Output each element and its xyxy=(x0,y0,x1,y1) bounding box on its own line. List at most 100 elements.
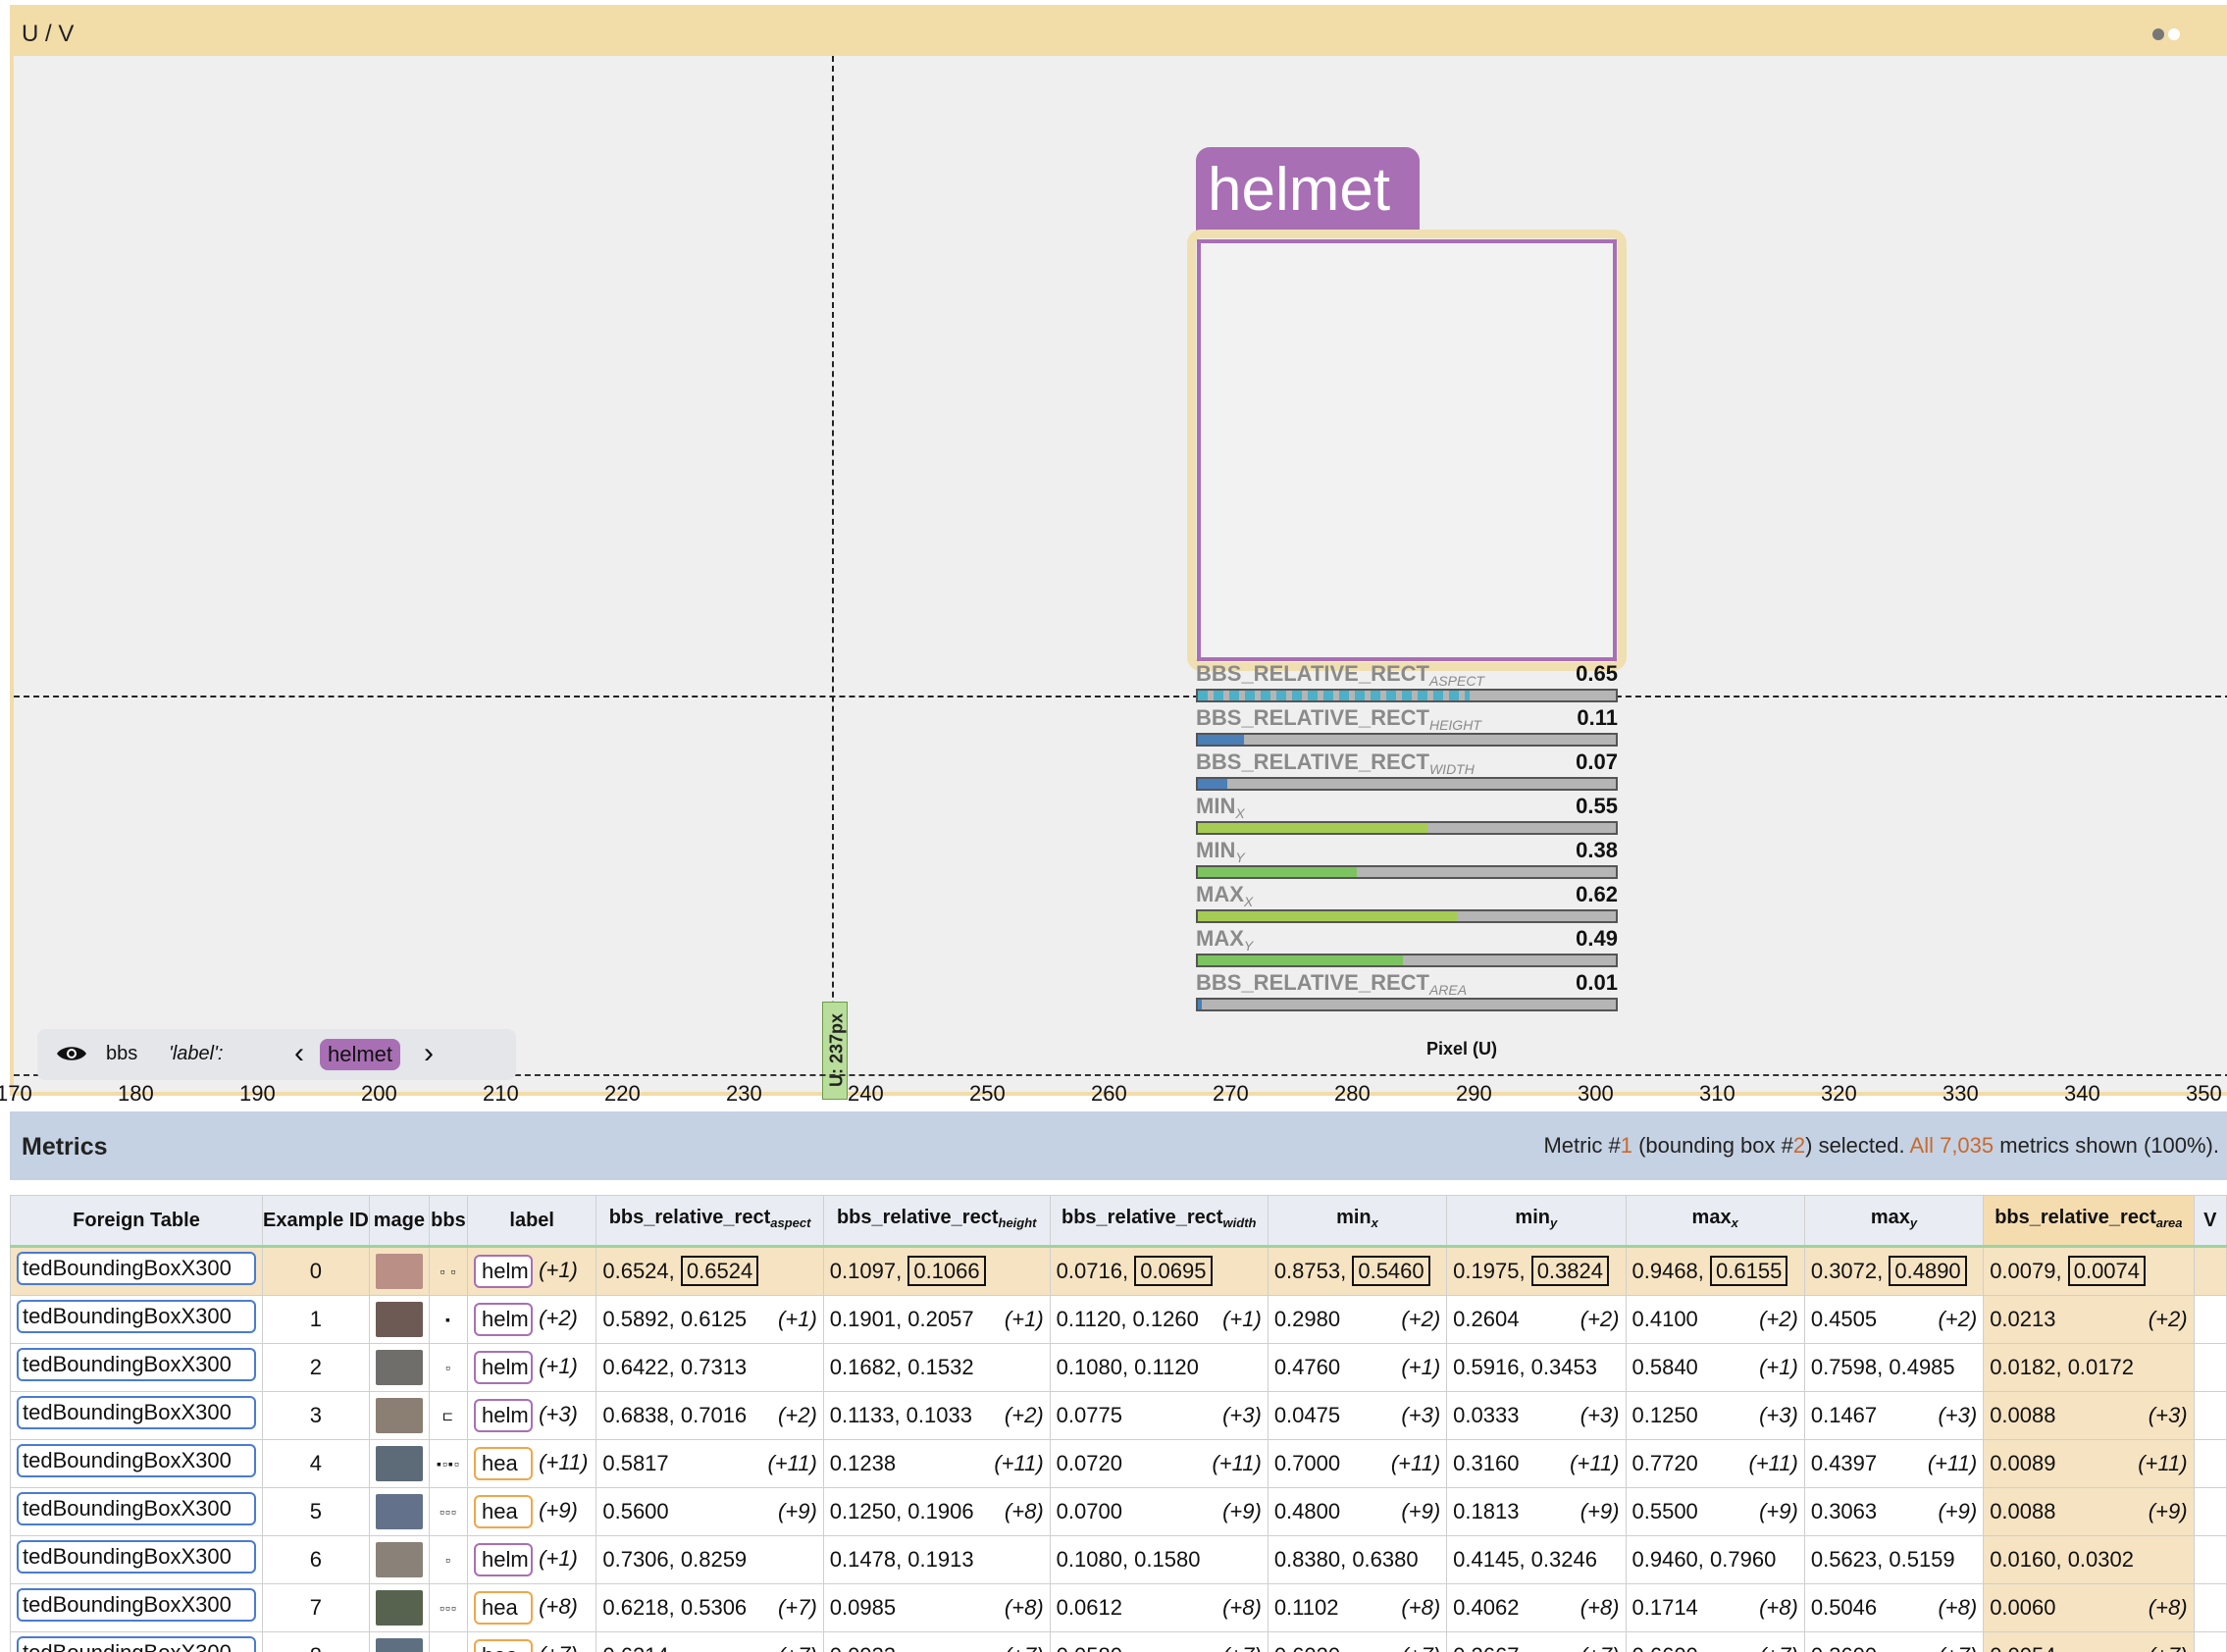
label-cell[interactable]: helm (+1) xyxy=(467,1343,597,1392)
table-row[interactable]: tedBoundingBoxX300 7 ▫▫▫ hea (+8) 0.6218, 0.… xyxy=(10,1583,2227,1632)
label-pill[interactable]: hea xyxy=(474,1639,534,1652)
metric-value-cell[interactable]: 0.0160, 0.0302 xyxy=(1983,1535,2195,1584)
table-row[interactable]: tedBoundingBoxX300 4 ▪▫▪▫ hea (+11) 0.5817 (+… xyxy=(10,1439,2227,1488)
metric-value-cell[interactable]: 0.6422, 0.7313 xyxy=(596,1343,824,1392)
image-thumbnail[interactable] xyxy=(375,1398,423,1433)
label-cell[interactable]: hea (+11) xyxy=(467,1439,597,1488)
metric-value-cell[interactable]: 0.1467 (+3) xyxy=(1803,1391,1985,1440)
eye-icon[interactable] xyxy=(55,1043,88,1069)
metric-value-cell[interactable]: 0.7720 (+11) xyxy=(1625,1439,1805,1488)
label-pill[interactable]: helm xyxy=(474,1303,534,1336)
metric-value-cell[interactable]: 0.8380, 0.6380 xyxy=(1267,1535,1448,1584)
image-cell[interactable] xyxy=(368,1487,430,1536)
metric-value-cell[interactable]: 0.1097, 0.1066 xyxy=(822,1246,1051,1296)
overlay-value-pill[interactable]: helmet xyxy=(320,1039,401,1070)
label-pill[interactable]: hea xyxy=(474,1447,534,1480)
metric-value-cell[interactable]: 0.1682, 0.1532 xyxy=(822,1343,1051,1392)
metric-value-cell[interactable]: 0.1080, 0.1580 xyxy=(1049,1535,1269,1584)
metric-value-cell[interactable]: 0.1813 (+9) xyxy=(1446,1487,1627,1536)
metric-value-cell[interactable]: 0.1250 (+3) xyxy=(1625,1391,1805,1440)
label-cell[interactable]: helm (+3) xyxy=(467,1391,597,1440)
label-cell[interactable]: helm (+2) xyxy=(467,1295,597,1344)
metric-value-cell[interactable]: 0.0054 (+7) xyxy=(1983,1631,2195,1652)
image-thumbnail[interactable] xyxy=(375,1638,423,1652)
foreign-table-link[interactable]: tedBoundingBoxX300 xyxy=(17,1588,256,1622)
foreign-table-link[interactable]: tedBoundingBoxX300 xyxy=(17,1252,256,1285)
metric-value-cell[interactable]: 0.1238 (+11) xyxy=(822,1439,1051,1488)
image-thumbnail[interactable] xyxy=(375,1350,423,1385)
image-cell[interactable] xyxy=(368,1583,430,1632)
foreign-table-cell[interactable]: tedBoundingBoxX300 xyxy=(10,1343,263,1392)
image-cell[interactable] xyxy=(368,1631,430,1652)
metric-value-cell[interactable]: 0.5046 (+8) xyxy=(1803,1583,1985,1632)
image-cell[interactable] xyxy=(368,1246,430,1296)
label-pill[interactable]: helm xyxy=(474,1255,534,1288)
label-pill[interactable]: helm xyxy=(474,1351,534,1384)
metric-value-cell[interactable]: 0.4145, 0.3246 xyxy=(1446,1535,1627,1584)
column-header[interactable]: bbs_relative_rectarea xyxy=(1983,1195,2195,1248)
metric-value-cell[interactable]: 0.3063 (+9) xyxy=(1803,1487,1985,1536)
image-cell[interactable] xyxy=(368,1439,430,1488)
column-header[interactable]: mage xyxy=(368,1195,430,1248)
column-header[interactable]: minx xyxy=(1267,1195,1448,1248)
column-header[interactable]: maxx xyxy=(1625,1195,1805,1248)
metric-value-cell[interactable]: 0.3072, 0.4890 xyxy=(1803,1246,1985,1296)
metric-value-cell[interactable]: 0.0079, 0.0074 xyxy=(1983,1246,2195,1296)
window-dot-icon[interactable] xyxy=(2168,28,2180,40)
metric-value-cell[interactable]: 0.6020 (+7) xyxy=(1267,1631,1448,1652)
chevron-left-icon[interactable]: ‹ xyxy=(294,1037,304,1070)
metric-value-cell[interactable]: 0.4100 (+2) xyxy=(1625,1295,1805,1344)
image-thumbnail[interactable] xyxy=(375,1446,423,1481)
table-row[interactable]: tedBoundingBoxX300 6 ▫ helm (+1) 0.7306, 0.8… xyxy=(10,1535,2227,1584)
metric-value-cell[interactable]: 0.5600 (+9) xyxy=(596,1487,824,1536)
label-cell[interactable]: helm (+1) xyxy=(467,1535,597,1584)
metric-value-cell[interactable]: 0.9460, 0.7960 xyxy=(1625,1535,1805,1584)
metric-value-cell[interactable]: 0.2667 (+7) xyxy=(1446,1631,1627,1652)
foreign-table-link[interactable]: tedBoundingBoxX300 xyxy=(17,1444,256,1477)
table-row[interactable]: tedBoundingBoxX300 0 ▫ ▫ helm (+1) 0.6524, 0… xyxy=(10,1246,2227,1296)
column-header[interactable]: bbs_relative_rectheight xyxy=(822,1195,1051,1248)
metric-value-cell[interactable]: 0.4397 (+11) xyxy=(1803,1439,1985,1488)
metric-value-cell[interactable]: 0.8753, 0.5460 xyxy=(1267,1246,1448,1296)
foreign-table-cell[interactable]: tedBoundingBoxX300 xyxy=(10,1487,263,1536)
table-row[interactable]: tedBoundingBoxX300 2 ▫ helm (+1) 0.6422, 0.7… xyxy=(10,1343,2227,1392)
metric-value-cell[interactable]: 0.1250, 0.1906 (+8) xyxy=(822,1487,1051,1536)
metric-value-cell[interactable]: 0.1901, 0.2057 (+1) xyxy=(822,1295,1051,1344)
foreign-table-cell[interactable]: tedBoundingBoxX300 xyxy=(10,1631,263,1652)
metric-value-cell[interactable]: 0.0775 (+3) xyxy=(1049,1391,1269,1440)
metric-value-cell[interactable]: 0.1080, 0.1120 xyxy=(1049,1343,1269,1392)
metric-value-cell[interactable]: 0.0333 (+3) xyxy=(1446,1391,1627,1440)
metric-value-cell[interactable]: 0.3600 (+7) xyxy=(1803,1631,1985,1652)
label-cell[interactable]: helm (+1) xyxy=(467,1246,597,1296)
metric-value-cell[interactable]: 0.5916, 0.3453 xyxy=(1446,1343,1627,1392)
metric-value-cell[interactable]: 0.0933 (+7) xyxy=(822,1631,1051,1652)
metric-value-cell[interactable]: 0.9468, 0.6155 xyxy=(1625,1246,1805,1296)
metric-value-cell[interactable]: 0.0700 (+9) xyxy=(1049,1487,1269,1536)
image-thumbnail[interactable] xyxy=(375,1590,423,1626)
image-thumbnail[interactable] xyxy=(375,1302,423,1337)
bbox-label[interactable]: helmet xyxy=(1196,147,1420,233)
metric-value-cell[interactable]: 0.4062 (+8) xyxy=(1446,1583,1627,1632)
metric-value-cell[interactable]: 0.0580 (+7) xyxy=(1049,1631,1269,1652)
column-header[interactable]: bbs_relative_rectwidth xyxy=(1049,1195,1269,1248)
foreign-table-link[interactable]: tedBoundingBoxX300 xyxy=(17,1636,256,1652)
foreign-table-link[interactable]: tedBoundingBoxX300 xyxy=(17,1540,256,1574)
metric-value-cell[interactable]: 0.0060 (+8) xyxy=(1983,1583,2195,1632)
label-pill[interactable]: hea xyxy=(474,1495,534,1528)
label-cell[interactable]: hea (+7) xyxy=(467,1631,597,1652)
metric-value-cell[interactable]: 0.0182, 0.0172 xyxy=(1983,1343,2195,1392)
foreign-table-cell[interactable]: tedBoundingBoxX300 xyxy=(10,1391,263,1440)
foreign-table-cell[interactable]: tedBoundingBoxX300 xyxy=(10,1246,263,1296)
image-cell[interactable] xyxy=(368,1391,430,1440)
table-row[interactable]: tedBoundingBoxX3008▫▫hea (+7)0.6214(+7)0… xyxy=(10,1631,2227,1652)
metric-value-cell[interactable]: 0.2604 (+2) xyxy=(1446,1295,1627,1344)
column-header[interactable]: maxy xyxy=(1803,1195,1985,1248)
foreign-table-link[interactable]: tedBoundingBoxX300 xyxy=(17,1396,256,1429)
u-position-marker[interactable]: U: 237px xyxy=(822,1002,848,1100)
metric-value-cell[interactable]: 0.7306, 0.8259 xyxy=(596,1535,824,1584)
image-thumbnail[interactable] xyxy=(375,1254,423,1289)
metric-value-cell[interactable]: 0.6524, 0.6524 xyxy=(596,1246,824,1296)
label-pill[interactable]: hea xyxy=(474,1591,534,1625)
chevron-right-icon[interactable]: › xyxy=(424,1037,434,1070)
foreign-table-cell[interactable]: tedBoundingBoxX300 xyxy=(10,1583,263,1632)
